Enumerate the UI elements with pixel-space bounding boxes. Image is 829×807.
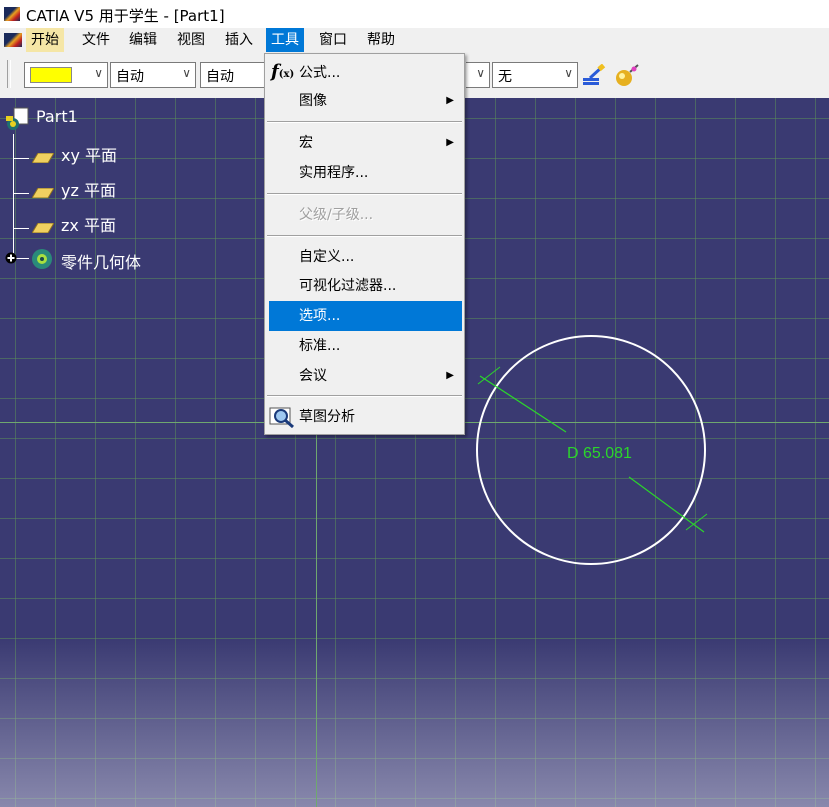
diameter-dimension-label[interactable]: D 65.081: [567, 445, 632, 462]
dimension-line-upper: [479, 375, 567, 433]
menu-item-customize[interactable]: 自定义...: [269, 242, 462, 272]
menu-item-standards[interactable]: 标准...: [269, 331, 462, 361]
menu-item-parent-children: 父级/子级...: [299, 207, 374, 223]
menu-separator: [267, 395, 462, 397]
menu-item-image[interactable]: 图像 ▶: [269, 86, 462, 116]
dimension-arrow-lower: [685, 513, 708, 531]
submenu-arrow-icon: ▶: [446, 95, 454, 106]
submenu-arrow-icon: ▶: [446, 137, 454, 148]
tools-dropdown-menu: f(x) 公式... 图像 ▶ 宏 ▶ 实用程序... 父级/子级... 自定义…: [264, 53, 465, 435]
menu-item-visualization-filter[interactable]: 可视化过滤器...: [269, 271, 462, 301]
menu-item-options[interactable]: 选项...: [269, 301, 462, 331]
sketch-analysis-icon: [269, 407, 294, 428]
menu-item-sketch-analysis[interactable]: 草图分析: [269, 402, 462, 432]
menu-separator: [267, 121, 462, 123]
submenu-arrow-icon: ▶: [446, 370, 454, 381]
menu-separator: [267, 235, 462, 237]
menu-item-utility[interactable]: 实用程序...: [269, 158, 462, 188]
menu-separator: [267, 193, 462, 195]
menu-item-macro[interactable]: 宏 ▶: [269, 128, 462, 158]
dimension-line-lower: [628, 476, 705, 533]
formula-fx-icon: f(x): [271, 61, 295, 82]
menu-item-formula[interactable]: f(x) 公式...: [269, 58, 462, 88]
menu-item-conference[interactable]: 会议 ▶: [269, 361, 462, 391]
